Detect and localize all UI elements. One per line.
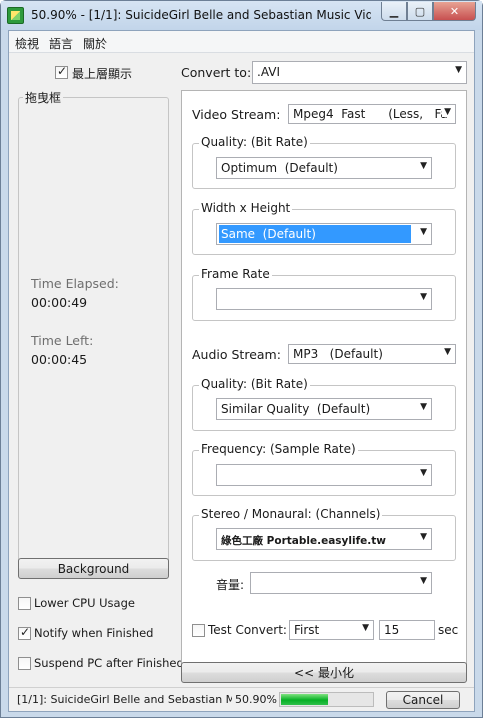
chevron-down-icon: ▼ [420,161,427,171]
time-elapsed-value: 00:00:49 [31,295,88,310]
progress-bar [279,692,374,707]
background-button[interactable]: Background [18,558,169,579]
time-left-label: Time Left: [31,333,94,348]
channels-title: Stereo / Monaural: (Channels) [199,507,383,521]
always-on-top-checkbox[interactable] [55,64,68,79]
maximize-icon[interactable]: ▢ [407,2,433,21]
chevron-down-icon: ▼ [420,292,427,302]
menu-bar: 檢視 語言 關於 [9,31,474,53]
frame-rate-select[interactable]: ▼ [216,288,432,310]
video-quality-title: Quality: (Bit Rate) [199,135,310,149]
chevron-down-icon: ▼ [420,576,427,586]
frequency-select[interactable]: ▼ [216,464,432,486]
lower-cpu-label: Lower CPU Usage [34,596,135,610]
chevron-down-icon: ▼ [420,227,427,237]
cancel-button[interactable]: Cancel [386,691,460,709]
status-text: [1/1]: SuicideGirl Belle and Sebastian M… [17,693,232,706]
test-convert-checkbox[interactable] [192,624,205,637]
video-stream-label: Video Stream: [192,107,281,122]
convert-to-select[interactable]: .AVI ▼ [252,61,467,84]
time-elapsed-label: Time Elapsed: [31,276,119,291]
chevron-down-icon: ▼ [455,65,462,75]
chevron-down-icon: ▼ [444,347,451,357]
chevron-down-icon: ▼ [420,468,427,478]
lower-cpu-checkbox[interactable] [18,597,31,610]
progress-fill [281,694,329,705]
seconds-unit-label: sec [438,623,459,637]
close-icon[interactable]: ✕ [433,2,476,21]
menu-view[interactable]: 檢視 [15,35,39,52]
progress-percent: 50.90% [235,693,277,706]
status-bar: [1/1]: SuicideGirl Belle and Sebastian M… [9,687,474,711]
chevron-down-icon: ▼ [420,402,427,412]
title-bar[interactable]: 50.90% - [1/1]: SuicideGirl Belle and Se… [1,1,482,30]
minimize-icon[interactable]: ▁ [381,2,407,21]
channels-select[interactable]: 綠色工廠 Portable.easylife.tw ▼ [216,528,432,550]
always-on-top-label: 最上層顯示 [72,67,133,81]
audio-stream-label: Audio Stream: [192,347,281,362]
test-convert-position-select[interactable]: First ▼ [289,620,374,640]
app-window: 50.90% - [1/1]: SuicideGirl Belle and Se… [0,0,483,718]
chevron-down-icon: ▼ [420,532,427,542]
chevron-down-icon: ▼ [362,623,369,633]
minimize-button[interactable]: << 最小化 [181,662,467,683]
audio-stream-select[interactable]: MP3 (Default) ▼ [288,344,456,364]
size-select[interactable]: Same (Default) ▼ [216,223,432,245]
window-title: 50.90% - [1/1]: SuicideGirl Belle and Se… [31,8,371,22]
client-area: 檢視 語言 關於 最上層顯示 拖曳框 Time Elapsed: 00:00:4… [8,30,475,712]
size-title: Width x Height [199,201,293,215]
suspend-checkbox[interactable] [18,657,31,670]
notify-checkbox[interactable] [18,625,31,640]
frame-rate-title: Frame Rate [199,267,272,281]
audio-quality-select[interactable]: Similar Quality (Default) ▼ [216,398,432,420]
convert-to-label: Convert to: [181,65,252,80]
notify-label: Notify when Finished [34,626,154,640]
chevron-down-icon: ▼ [442,107,451,117]
volume-label: 音量: [216,578,245,592]
drag-frame-title: 拖曳框 [23,89,64,106]
app-icon [7,7,24,24]
time-left-value: 00:00:45 [31,352,88,367]
settings-panel: Video Stream: Mpeg4 Fast (Less, Fa ▼ Qual… [181,90,467,680]
test-convert-label: Test Convert: [208,623,287,637]
video-quality-select[interactable]: Optimum (Default) ▼ [216,157,432,179]
audio-quality-title: Quality: (Bit Rate) [199,377,310,391]
suspend-label: Suspend PC after Finished [34,656,184,670]
test-convert-seconds-input[interactable]: 15 [379,620,435,640]
video-stream-select[interactable]: Mpeg4 Fast (Less, Fa ▼ [288,104,456,124]
menu-about[interactable]: 關於 [83,35,107,52]
volume-select[interactable]: ▼ [250,572,432,594]
menu-language[interactable]: 語言 [49,35,73,52]
frequency-title: Frequency: (Sample Rate) [199,442,358,456]
